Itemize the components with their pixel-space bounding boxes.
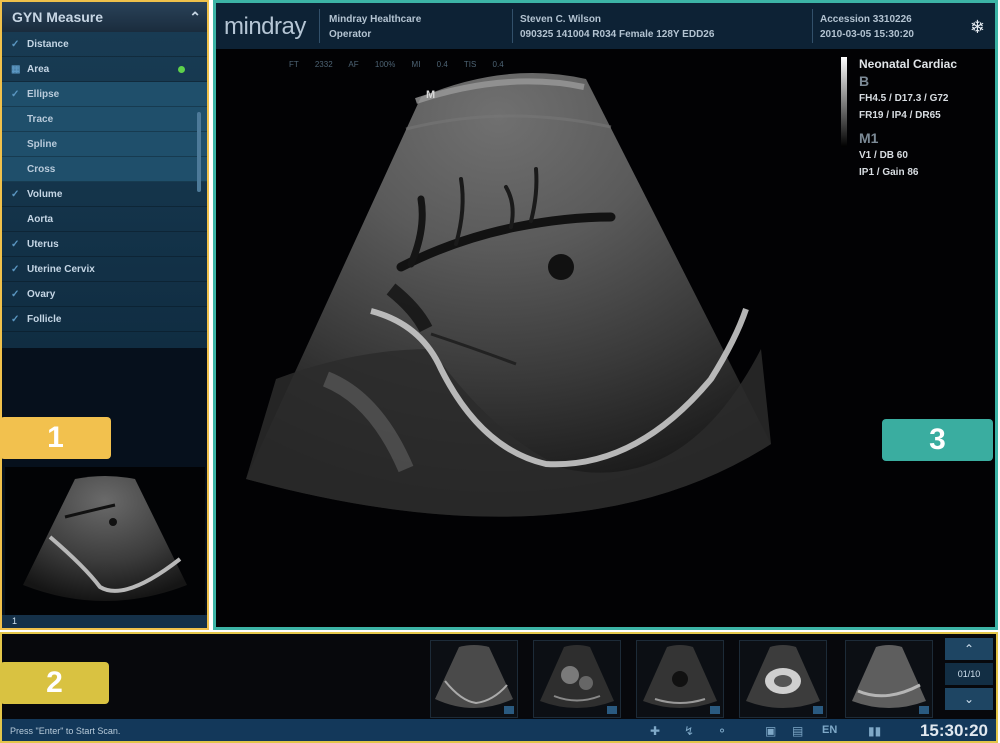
measure-item-cross[interactable]: Cross — [2, 157, 207, 182]
image-area: mindray Mindray Healthcare Operator Stev… — [213, 0, 998, 630]
patient-info: Steven C. Wilson 090325 141004 R034 Fema… — [520, 12, 714, 42]
language-indicator[interactable]: EN — [822, 724, 837, 736]
clip-badge-icon — [813, 706, 823, 714]
measure-panel-title: GYN Measure — [12, 9, 104, 25]
usb-icon[interactable]: ↯ — [684, 724, 694, 738]
clip-badge-icon — [504, 706, 514, 714]
measure-item-label: Ellipse — [27, 89, 60, 100]
measure-item-label: Cross — [27, 164, 56, 175]
network-icon[interactable]: ✚ — [650, 724, 660, 738]
hospital-name: Mindray Healthcare — [329, 14, 422, 25]
clip-page-up-button[interactable]: ⌃ — [945, 638, 993, 660]
measure-item-label: Aorta — [27, 214, 54, 225]
info-header: mindray Mindray Healthcare Operator Stev… — [216, 3, 995, 49]
status-bar: Press "Enter" to Start Scan. ✚ ↯ ⚬ ▣ ▤ E… — [2, 719, 996, 741]
battery-icon: ▮▮ — [868, 724, 882, 738]
check-icon: ✓ — [11, 314, 20, 325]
check-icon: ✓ — [11, 189, 20, 200]
clip-thumbnail[interactable] — [533, 640, 621, 718]
clip-thumbnail[interactable] — [845, 640, 933, 718]
monitor-icon[interactable]: ▣ — [765, 724, 776, 738]
thumbnail-ultrasound-image — [23, 476, 187, 601]
grayscale-bar — [841, 57, 847, 147]
exam-info: Accession 3310226 2010-03-05 15:30:20 — [820, 12, 914, 42]
clip-thumbnail[interactable] — [739, 640, 827, 718]
m-mode-params-2: IP1 / Gain 86 — [859, 167, 919, 178]
measure-item-aorta[interactable]: Aorta — [2, 207, 207, 232]
chevron-up-icon[interactable]: ⌃ — [189, 2, 201, 32]
chevron-up-icon: ⌃ — [963, 642, 975, 656]
b-mode-label: B — [859, 73, 870, 89]
measure-item-label: Trace — [27, 114, 54, 125]
measure-item-label: Uterus — [27, 239, 59, 250]
scan-parameters: FT 2332 AF 100% MI 0.4 TIS 0.4 — [289, 60, 504, 69]
measure-item-label: Area — [27, 64, 50, 75]
clip-page-indicator: 01/10 — [945, 663, 993, 685]
m-mode-params-1: V1 / DB 60 — [859, 150, 908, 161]
measure-item-ellipse[interactable]: ✓ Ellipse — [2, 82, 207, 107]
status-hint: Press "Enter" to Start Scan. — [10, 726, 121, 736]
clipboard-panel: ⌃ 01/10 ⌄ Press "Enter" to Start Scan. ✚… — [0, 632, 998, 743]
measure-panel-header[interactable]: GYN Measure ⌃ — [2, 2, 207, 32]
exam-preset: Neonatal Cardiac — [859, 57, 958, 71]
b-mode-params-2: FR19 / IP4 / DR65 — [859, 110, 941, 121]
header-divider — [812, 9, 813, 43]
patient-name: Steven C. Wilson — [520, 14, 602, 25]
callout-2: 2 — [0, 662, 109, 704]
m-mode-label: M1 — [859, 130, 879, 146]
measure-item-trace[interactable]: Trace — [2, 107, 207, 132]
freeze-snowflake-icon[interactable]: ❄ — [970, 17, 985, 38]
measure-item-spline[interactable]: Spline — [2, 132, 207, 157]
thumbnail-preview[interactable] — [5, 467, 205, 615]
measure-item-label: Distance — [27, 39, 69, 50]
active-indicator-icon — [178, 66, 185, 73]
measure-panel: GYN Measure ⌃ ✓ Distance ▦ Area ✓ Ellips… — [0, 0, 209, 630]
exam-datetime: 2010-03-05 15:30:20 — [820, 29, 914, 40]
image-orientation-marker: M — [426, 89, 436, 101]
clip-thumbnail[interactable] — [636, 640, 724, 718]
hospital-info: Mindray Healthcare Operator — [329, 12, 421, 42]
patient-details: 090325 141004 R034 Female 128Y EDD26 — [520, 29, 715, 40]
check-icon: ✓ — [11, 289, 20, 300]
chevron-down-icon: ⌄ — [963, 692, 975, 706]
area-icon: ▦ — [11, 64, 21, 75]
measure-item-label: Follicle — [27, 314, 62, 325]
measure-item-label: Ovary — [27, 289, 56, 300]
check-icon: ✓ — [11, 39, 20, 50]
callout-1: 1 — [0, 417, 111, 459]
clip-navigation: ⌃ 01/10 ⌄ — [945, 638, 993, 718]
clip-badge-icon — [607, 706, 617, 714]
measure-item-volume[interactable]: ✓ Volume — [2, 182, 207, 207]
measure-item-label: Spline — [27, 139, 58, 150]
measure-item-label: Volume — [27, 189, 63, 200]
check-icon: ✓ — [11, 89, 20, 100]
thumbnail-index: 1 — [2, 615, 207, 628]
clip-badge-icon — [710, 706, 720, 714]
measure-item-label: Uterine Cervix — [27, 264, 95, 275]
clip-thumbnail[interactable] — [430, 640, 518, 718]
brand-logo: mindray — [224, 13, 306, 40]
printer-icon[interactable]: ▤ — [792, 724, 803, 738]
header-divider — [319, 9, 320, 43]
check-icon: ✓ — [11, 264, 20, 275]
header-divider — [512, 9, 513, 43]
accession-number: Accession 3310226 — [820, 14, 912, 25]
measure-list: ✓ Distance ▦ Area ✓ Ellipse Trace Spline… — [2, 32, 207, 348]
measure-list-scrollbar[interactable] — [197, 112, 201, 192]
clip-badge-icon — [919, 706, 929, 714]
operator-label: Operator — [329, 29, 372, 40]
clip-page-down-button[interactable]: ⌄ — [945, 688, 993, 710]
b-mode-params-1: FH4.5 / D17.3 / G72 — [859, 93, 949, 104]
imaging-parameters: Neonatal Cardiac B FH4.5 / D17.3 / G72 F… — [859, 56, 957, 181]
measure-item-distance[interactable]: ✓ Distance — [2, 32, 207, 57]
callout-3: 3 — [882, 419, 993, 461]
check-icon: ✓ — [11, 239, 20, 250]
measure-item-ovary[interactable]: ✓ Ovary — [2, 282, 207, 307]
system-clock: 15:30:20 — [919, 721, 988, 740]
measure-item-uterine-cervix[interactable]: ✓ Uterine Cervix — [2, 257, 207, 282]
measure-item-uterus[interactable]: ✓ Uterus — [2, 232, 207, 257]
measure-item-follicle[interactable]: ✓ Follicle — [2, 307, 207, 332]
disc-icon[interactable]: ⚬ — [717, 724, 727, 738]
measure-item-area[interactable]: ▦ Area — [2, 57, 207, 82]
